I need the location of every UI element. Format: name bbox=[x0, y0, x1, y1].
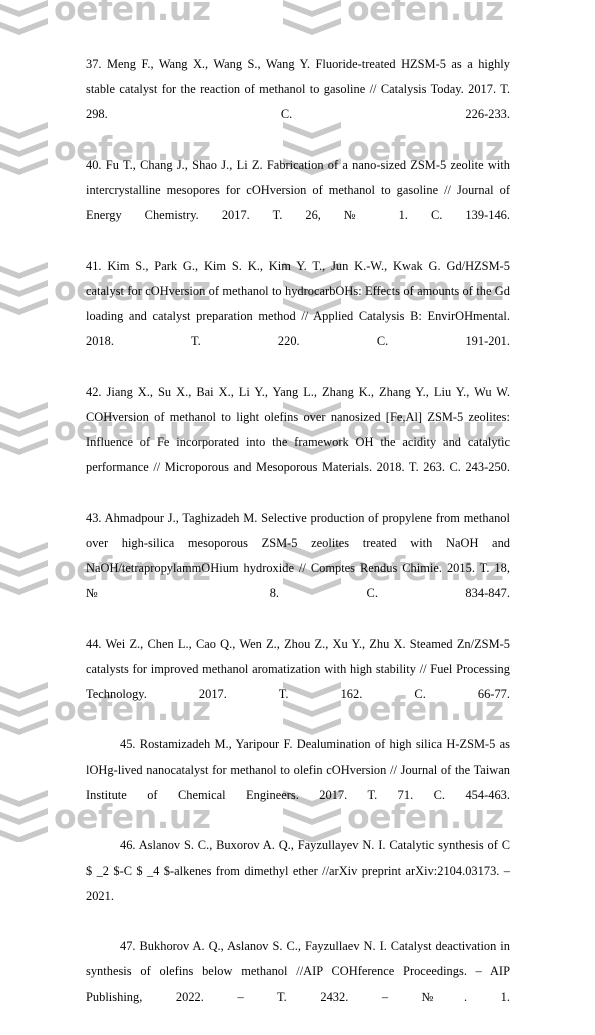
reference-entry-45: 45. Rostamizadeh M., Yaripour F. Dealumi… bbox=[86, 737, 510, 802]
reference-entry-40: 40. Fu T., Chang J., Shao J., Li Z. Fabr… bbox=[86, 157, 510, 223]
reference-entry-37: 37. Meng F., Wang X., Wang S., Wang Y. F… bbox=[86, 57, 510, 122]
watermark-text: oefen.uz bbox=[347, 0, 504, 28]
reference-entry-41: 41. Kim S., Park G., Kim S. K., Kim Y. T… bbox=[86, 258, 510, 349]
watermark-item: oefen.uz bbox=[0, 0, 211, 35]
chevron-stack-logo-icon bbox=[0, 262, 48, 315]
chevron-stack-logo-icon bbox=[0, 402, 48, 455]
chevron-stack-logo-icon bbox=[0, 0, 48, 35]
reference-entry-47: 47. Bukhorov A. Q., Aslanov S. C., Fayzu… bbox=[86, 939, 510, 1004]
reference-entry-44: 44. Wei Z., Chen L., Cao Q., Wen Z., Zho… bbox=[86, 636, 510, 702]
watermark-item: oefen.uz bbox=[283, 0, 504, 35]
chevron-stack-logo-icon bbox=[0, 542, 48, 595]
chevron-stack-logo-icon bbox=[0, 122, 48, 175]
reference-entry-43: 43. Ahmadpour J., Taghizadeh M. Selectiv… bbox=[86, 510, 510, 601]
chevron-stack-logo-icon bbox=[0, 790, 48, 842]
references-list: 37. Meng F., Wang X., Wang S., Wang Y. F… bbox=[86, 52, 510, 1035]
reference-entry-46: 46. Aslanov S. C., Buxorov A. Q., Fayzul… bbox=[86, 838, 510, 903]
chevron-stack-logo-icon bbox=[0, 682, 48, 735]
chevron-stack-logo-icon bbox=[283, 0, 341, 35]
watermark-text: oefen.uz bbox=[54, 0, 211, 28]
reference-entry-42: 42. Jiang X., Su X., Bai X., Li Y., Yang… bbox=[86, 384, 510, 475]
